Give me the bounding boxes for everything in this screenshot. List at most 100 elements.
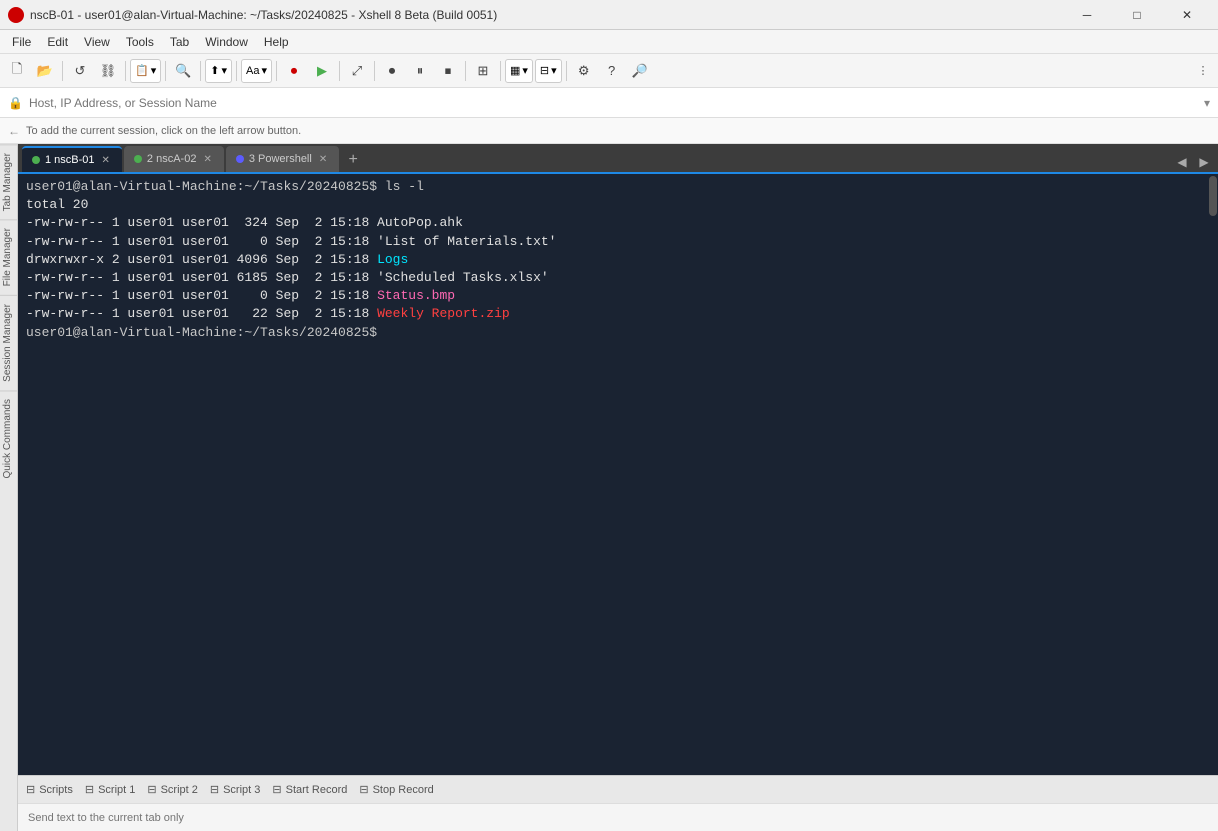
tab-prev-button[interactable]: ◀: [1172, 152, 1192, 172]
toolbar-sep-11: [566, 61, 567, 81]
tab-nscb01[interactable]: 1 nscB-01 ✕: [22, 146, 122, 172]
maximize-button[interactable]: □: [1114, 0, 1160, 30]
tab-label-2: 2 nscA-02: [147, 153, 197, 165]
pane-dropdown[interactable]: ▦▾: [505, 59, 533, 83]
start-record-icon: ⊟: [272, 783, 281, 796]
fullscreen-button[interactable]: ⤢: [344, 58, 370, 84]
toolbar-sep-6: [276, 61, 277, 81]
terminal-line-2: total 20: [26, 196, 1200, 214]
pause-button[interactable]: ⏸: [407, 58, 433, 84]
script1-button[interactable]: ⊟ Script 1: [85, 783, 136, 796]
play-green-button[interactable]: ▶: [309, 58, 335, 84]
toolbar-sep-10: [500, 61, 501, 81]
address-dropdown-button[interactable]: ▾: [1204, 96, 1210, 110]
main-area: Tab Manager File Manager Session Manager…: [0, 144, 1218, 831]
tab-close-2[interactable]: ✕: [201, 154, 213, 165]
address-bar: 🔒 ▾: [0, 88, 1218, 118]
app-icon: [8, 7, 24, 23]
terminal-line-5: drwxrwxr-x 2 user01 user01 4096 Sep 2 15…: [26, 251, 1200, 269]
new-session-button[interactable]: 🗋: [4, 58, 30, 84]
menu-help[interactable]: Help: [256, 33, 297, 51]
session-dropdown[interactable]: 📋▾: [130, 59, 161, 83]
stop-record-icon: ⊟: [359, 783, 368, 796]
terminal-wrapper: 1 nscB-01 ✕ 2 nscA-02 ✕ 3 Powershell ✕ +…: [18, 144, 1218, 831]
tab-close-3[interactable]: ✕: [317, 154, 329, 165]
scripts-icon: ⊟: [26, 783, 35, 796]
terminal-line-7: -rw-rw-r-- 1 user01 user01 0 Sep 2 15:18…: [26, 287, 1200, 305]
close-button[interactable]: ✕: [1164, 0, 1210, 30]
toolbar-more-button[interactable]: ⋮: [1192, 58, 1214, 84]
scripts-label: Scripts: [39, 784, 73, 796]
start-record-label: Start Record: [286, 784, 348, 796]
stop-record-red-button[interactable]: ⏺: [281, 58, 307, 84]
open-button[interactable]: 📂: [32, 58, 58, 84]
search-toolbar-button[interactable]: 🔎: [627, 58, 653, 84]
window-controls: ─ □ ✕: [1064, 0, 1210, 30]
address-input[interactable]: [29, 96, 1198, 110]
stop-record-button[interactable]: ⊟ Stop Record: [359, 783, 433, 796]
arrow-icon: ←: [8, 124, 20, 138]
tab-add-button[interactable]: +: [341, 148, 365, 172]
find-button[interactable]: 🔍: [170, 58, 196, 84]
tab-label-1: 1 nscB-01: [45, 154, 95, 166]
stop-record-label: Stop Record: [373, 784, 434, 796]
send-input[interactable]: [28, 812, 1208, 824]
tab-nsca02[interactable]: 2 nscA-02 ✕: [124, 146, 224, 172]
scroll-thumb[interactable]: [1209, 176, 1217, 216]
script1-icon: ⊟: [85, 783, 94, 796]
start-record-button[interactable]: ⊟ Start Record: [272, 783, 347, 796]
tab-label-3: 3 Powershell: [249, 153, 312, 165]
terminal-line-4: -rw-rw-r-- 1 user01 user01 0 Sep 2 15:18…: [26, 233, 1200, 251]
scripts-button[interactable]: ⊟ Scripts: [26, 783, 73, 796]
menu-edit[interactable]: Edit: [39, 33, 76, 51]
tab-dot-2: [134, 155, 142, 163]
sidebar-item-quick-commands[interactable]: Quick Commands: [0, 390, 17, 486]
stop-button[interactable]: ⏹: [435, 58, 461, 84]
tab-dot-1: [32, 156, 40, 164]
send-bar: [18, 803, 1218, 831]
menu-window[interactable]: Window: [197, 33, 256, 51]
settings-button[interactable]: ⚙: [571, 58, 597, 84]
terminal-scrollbar[interactable]: [1208, 174, 1218, 775]
terminal-line-6: -rw-rw-r-- 1 user01 user01 6185 Sep 2 15…: [26, 269, 1200, 287]
menu-file[interactable]: File: [4, 33, 39, 51]
transfer-dropdown[interactable]: ⬆▾: [205, 59, 232, 83]
toolbar-sep-1: [62, 61, 63, 81]
menu-tab[interactable]: Tab: [162, 33, 197, 51]
sidebar-item-file-manager[interactable]: File Manager: [0, 219, 17, 294]
script3-button[interactable]: ⊟ Script 3: [210, 783, 261, 796]
tab-next-button[interactable]: ▶: [1194, 152, 1214, 172]
font-dropdown[interactable]: Aa▾: [241, 59, 272, 83]
toolbar: 🗋 📂 ↺ ⛓ 📋▾ 🔍 ⬆▾ Aa▾ ⏺ ▶ ⤢ ⏺ ⏸ ⏹ ⊞ ▦▾ ⊟▾ …: [0, 54, 1218, 88]
tab-dropdown[interactable]: ⊟▾: [535, 59, 562, 83]
lock-icon: 🔒: [8, 96, 23, 110]
minimize-button[interactable]: ─: [1064, 0, 1110, 30]
sidebar-item-tab-manager[interactable]: Tab Manager: [0, 144, 17, 219]
menu-bar: File Edit View Tools Tab Window Help: [0, 30, 1218, 54]
terminal-content[interactable]: user01@alan-Virtual-Machine:~/Tasks/2024…: [18, 174, 1208, 775]
toolbar-sep-4: [200, 61, 201, 81]
record-button[interactable]: ⏺: [379, 58, 405, 84]
session-hint-text: To add the current session, click on the…: [26, 125, 301, 137]
script3-label: Script 3: [223, 784, 260, 796]
menu-tools[interactable]: Tools: [118, 33, 162, 51]
disconnect-button[interactable]: ⛓: [95, 58, 121, 84]
toolbar-sep-3: [165, 61, 166, 81]
sidebar-item-session-manager[interactable]: Session Manager: [0, 295, 17, 390]
script3-icon: ⊟: [210, 783, 219, 796]
script2-icon: ⊟: [147, 783, 156, 796]
tab-close-1[interactable]: ✕: [100, 155, 112, 166]
toolbar-sep-2: [125, 61, 126, 81]
menu-view[interactable]: View: [76, 33, 118, 51]
terminal-line-8: -rw-rw-r-- 1 user01 user01 22 Sep 2 15:1…: [26, 305, 1200, 323]
title-text: nscB-01 - user01@alan-Virtual-Machine: ~…: [30, 8, 1064, 22]
reconnect-button[interactable]: ↺: [67, 58, 93, 84]
layout-button[interactable]: ⊞: [470, 58, 496, 84]
help-button[interactable]: ?: [599, 58, 625, 84]
terminal-line-3: -rw-rw-r-- 1 user01 user01 324 Sep 2 15:…: [26, 214, 1200, 232]
tab-powershell[interactable]: 3 Powershell ✕: [226, 146, 339, 172]
toolbar-sep-8: [374, 61, 375, 81]
terminal-line-9: user01@alan-Virtual-Machine:~/Tasks/2024…: [26, 324, 1200, 342]
script2-button[interactable]: ⊟ Script 2: [147, 783, 198, 796]
left-sidebar: Tab Manager File Manager Session Manager…: [0, 144, 18, 831]
